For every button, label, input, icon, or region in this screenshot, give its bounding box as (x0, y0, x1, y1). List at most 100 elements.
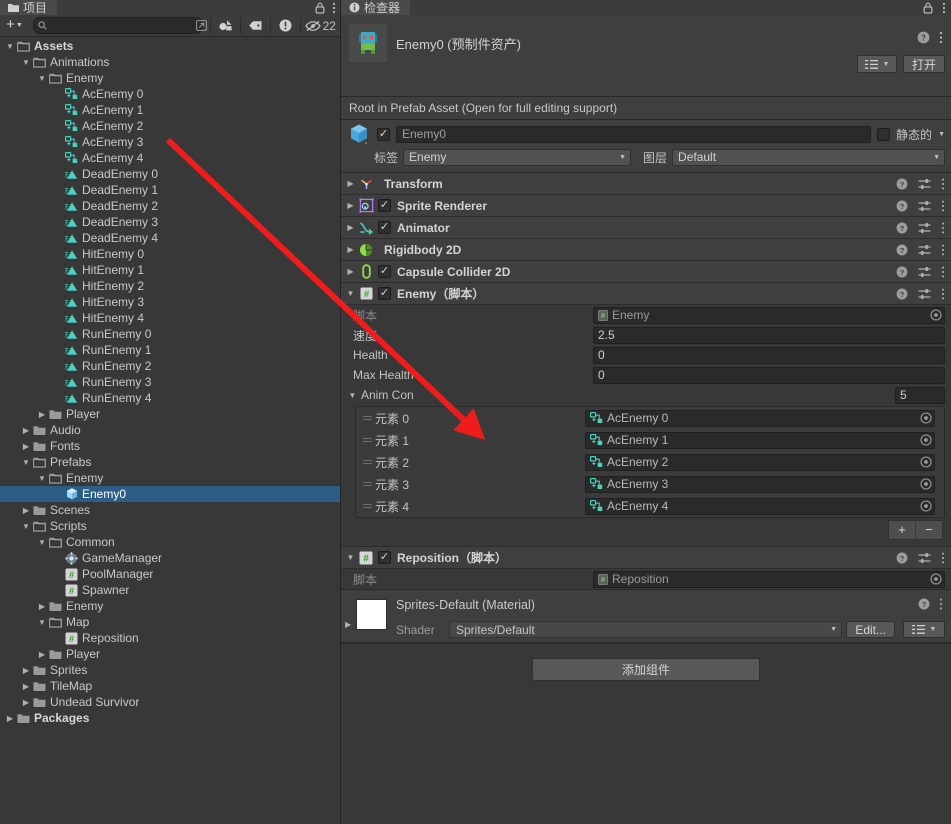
material-preset-button[interactable]: ▼ (903, 621, 945, 638)
component-enabled-checkbox[interactable]: ✓ (378, 287, 391, 300)
tree-item-runenemy-1[interactable]: ▶RunEnemy 1 (0, 342, 340, 358)
chevron-right-icon[interactable]: ▶ (36, 650, 48, 659)
help-icon[interactable]: ? (896, 244, 908, 256)
drag-handle-icon[interactable] (359, 460, 375, 464)
foldout-icon[interactable]: ▶ (344, 201, 357, 210)
tree-item-deadenemy-3[interactable]: ▶DeadEnemy 3 (0, 214, 340, 230)
drag-handle-icon[interactable] (359, 438, 375, 442)
array-element-row[interactable]: 元素 3 AcEnemy 3 (356, 473, 944, 495)
tab-project[interactable]: 项目 (0, 0, 58, 15)
search-expand-icon[interactable] (196, 20, 207, 31)
tree-item-reposition[interactable]: ▶#Reposition (0, 630, 340, 646)
tree-item-hitenemy-4[interactable]: ▶HitEnemy 4 (0, 310, 340, 326)
create-asset-button[interactable]: + ▼ (3, 17, 26, 34)
tree-item-enemy[interactable]: ▼ Enemy (0, 470, 340, 486)
array-element-object-field[interactable]: AcEnemy 3 (585, 475, 935, 493)
foldout-icon[interactable]: ▶ (344, 267, 357, 276)
filter-by-log-icon[interactable] (274, 17, 297, 34)
tree-item-hitenemy-0[interactable]: ▶HitEnemy 0 (0, 246, 340, 262)
array-size-field[interactable]: 5 (895, 386, 945, 404)
component-rigidbody-2d[interactable]: ▶ Rigidbody 2D? (341, 239, 951, 261)
component-enabled-checkbox[interactable]: ✓ (378, 551, 391, 564)
kebab-menu-icon[interactable] (941, 244, 945, 256)
foldout-icon[interactable]: ▼ (346, 391, 359, 400)
kebab-menu-icon[interactable] (941, 178, 945, 190)
tree-item-runenemy-4[interactable]: ▶RunEnemy 4 (0, 390, 340, 406)
component-capsule-collider-2d[interactable]: ▶ ✓ Capsule Collider 2D? (341, 261, 951, 283)
preset-icon[interactable] (918, 222, 931, 234)
property-value-field[interactable]: 0 (593, 366, 945, 384)
object-picker-icon[interactable] (920, 434, 932, 446)
component-enemy[interactable]: ▼ # ✓ Enemy（脚本）? (341, 283, 951, 305)
array-element-row[interactable]: 元素 2 AcEnemy 2 (356, 451, 944, 473)
component-enabled-checkbox[interactable]: ✓ (378, 199, 391, 212)
kebab-menu-icon[interactable] (941, 222, 945, 234)
array-element-row[interactable]: 元素 0 AcEnemy 0 (356, 407, 944, 429)
chevron-right-icon[interactable]: ▶ (20, 698, 32, 707)
chevron-down-icon[interactable]: ▼ (36, 618, 48, 627)
tree-item-common[interactable]: ▼ Common (0, 534, 340, 550)
tree-item-deadenemy-0[interactable]: ▶DeadEnemy 0 (0, 166, 340, 182)
preset-icon[interactable] (918, 200, 931, 212)
chevron-down-icon[interactable]: ▼ (20, 58, 32, 67)
shader-edit-button[interactable]: Edit... (846, 621, 895, 638)
hidden-items-button[interactable]: 22 (304, 17, 338, 34)
kebab-menu-icon[interactable] (942, 2, 946, 14)
drag-handle-icon[interactable] (359, 416, 375, 420)
tree-item-player[interactable]: ▶ Player (0, 406, 340, 422)
tree-item-sprites[interactable]: ▶ Sprites (0, 662, 340, 678)
component-animator[interactable]: ▶ ✓ Animator? (341, 217, 951, 239)
object-picker-icon[interactable] (930, 573, 942, 585)
tree-item-deadenemy-1[interactable]: ▶DeadEnemy 1 (0, 182, 340, 198)
array-element-object-field[interactable]: AcEnemy 1 (585, 431, 935, 449)
foldout-icon[interactable]: ▶ (345, 620, 351, 629)
tree-item-enemy[interactable]: ▼ Enemy (0, 70, 340, 86)
script-object-field[interactable]: # Enemy (593, 306, 945, 324)
foldout-icon[interactable]: ▶ (344, 179, 357, 188)
tree-item-acenemy-1[interactable]: ▶AcEnemy 1 (0, 102, 340, 118)
tree-item-enemy0[interactable]: ▶Enemy0 (0, 486, 340, 502)
kebab-menu-icon[interactable] (941, 266, 945, 278)
tree-item-poolmanager[interactable]: ▶#PoolManager (0, 566, 340, 582)
chevron-right-icon[interactable]: ▶ (20, 426, 32, 435)
help-icon[interactable]: ? (896, 288, 908, 300)
tree-item-tilemap[interactable]: ▶ TileMap (0, 678, 340, 694)
tree-item-acenemy-3[interactable]: ▶AcEnemy 3 (0, 134, 340, 150)
chevron-right-icon[interactable]: ▶ (20, 682, 32, 691)
property-value-field[interactable]: 0 (593, 346, 945, 364)
preset-icon[interactable] (918, 288, 931, 300)
array-add-button[interactable]: + (889, 522, 915, 538)
tree-item-hitenemy-3[interactable]: ▶HitEnemy 3 (0, 294, 340, 310)
layer-dropdown[interactable]: Default ▼ (672, 148, 945, 166)
chevron-down-icon[interactable]: ▼ (4, 42, 16, 51)
preset-icon[interactable] (918, 244, 931, 256)
tree-item-fonts[interactable]: ▶ Fonts (0, 438, 340, 454)
object-picker-icon[interactable] (920, 456, 932, 468)
tree-item-enemy[interactable]: ▶ Enemy (0, 598, 340, 614)
chevron-down-icon[interactable]: ▼ (20, 458, 32, 467)
help-icon[interactable]: ? (917, 31, 930, 44)
foldout-icon[interactable]: ▶ (344, 245, 357, 254)
tree-item-scripts[interactable]: ▼ Scripts (0, 518, 340, 534)
tree-item-gamemanager[interactable]: ▶GameManager (0, 550, 340, 566)
help-icon[interactable]: ? (896, 178, 908, 190)
object-picker-icon[interactable] (920, 412, 932, 424)
array-element-object-field[interactable]: AcEnemy 2 (585, 453, 935, 471)
tree-item-acenemy-0[interactable]: ▶AcEnemy 0 (0, 86, 340, 102)
component-reposition[interactable]: ▼ # ✓ Reposition（脚本） ? (341, 546, 951, 569)
array-element-row[interactable]: 元素 4 AcEnemy 4 (356, 495, 944, 517)
tree-item-audio[interactable]: ▶ Audio (0, 422, 340, 438)
array-element-row[interactable]: 元素 1 AcEnemy 1 (356, 429, 944, 451)
component-enabled-checkbox[interactable]: ✓ (378, 221, 391, 234)
chevron-right-icon[interactable]: ▶ (20, 666, 32, 675)
search-field[interactable] (33, 17, 207, 34)
gameobject-name-field[interactable]: Enemy0 (396, 125, 872, 143)
lock-icon[interactable] (923, 2, 933, 14)
chevron-down-icon[interactable]: ▼ (36, 474, 48, 483)
filter-by-type-icon[interactable] (214, 17, 237, 34)
property-value-field[interactable]: 2.5 (593, 326, 945, 344)
object-picker-icon[interactable] (930, 309, 942, 321)
help-icon[interactable]: ? (896, 266, 908, 278)
chevron-right-icon[interactable]: ▶ (36, 410, 48, 419)
tree-item-undead-survivor[interactable]: ▶ Undead Survivor (0, 694, 340, 710)
